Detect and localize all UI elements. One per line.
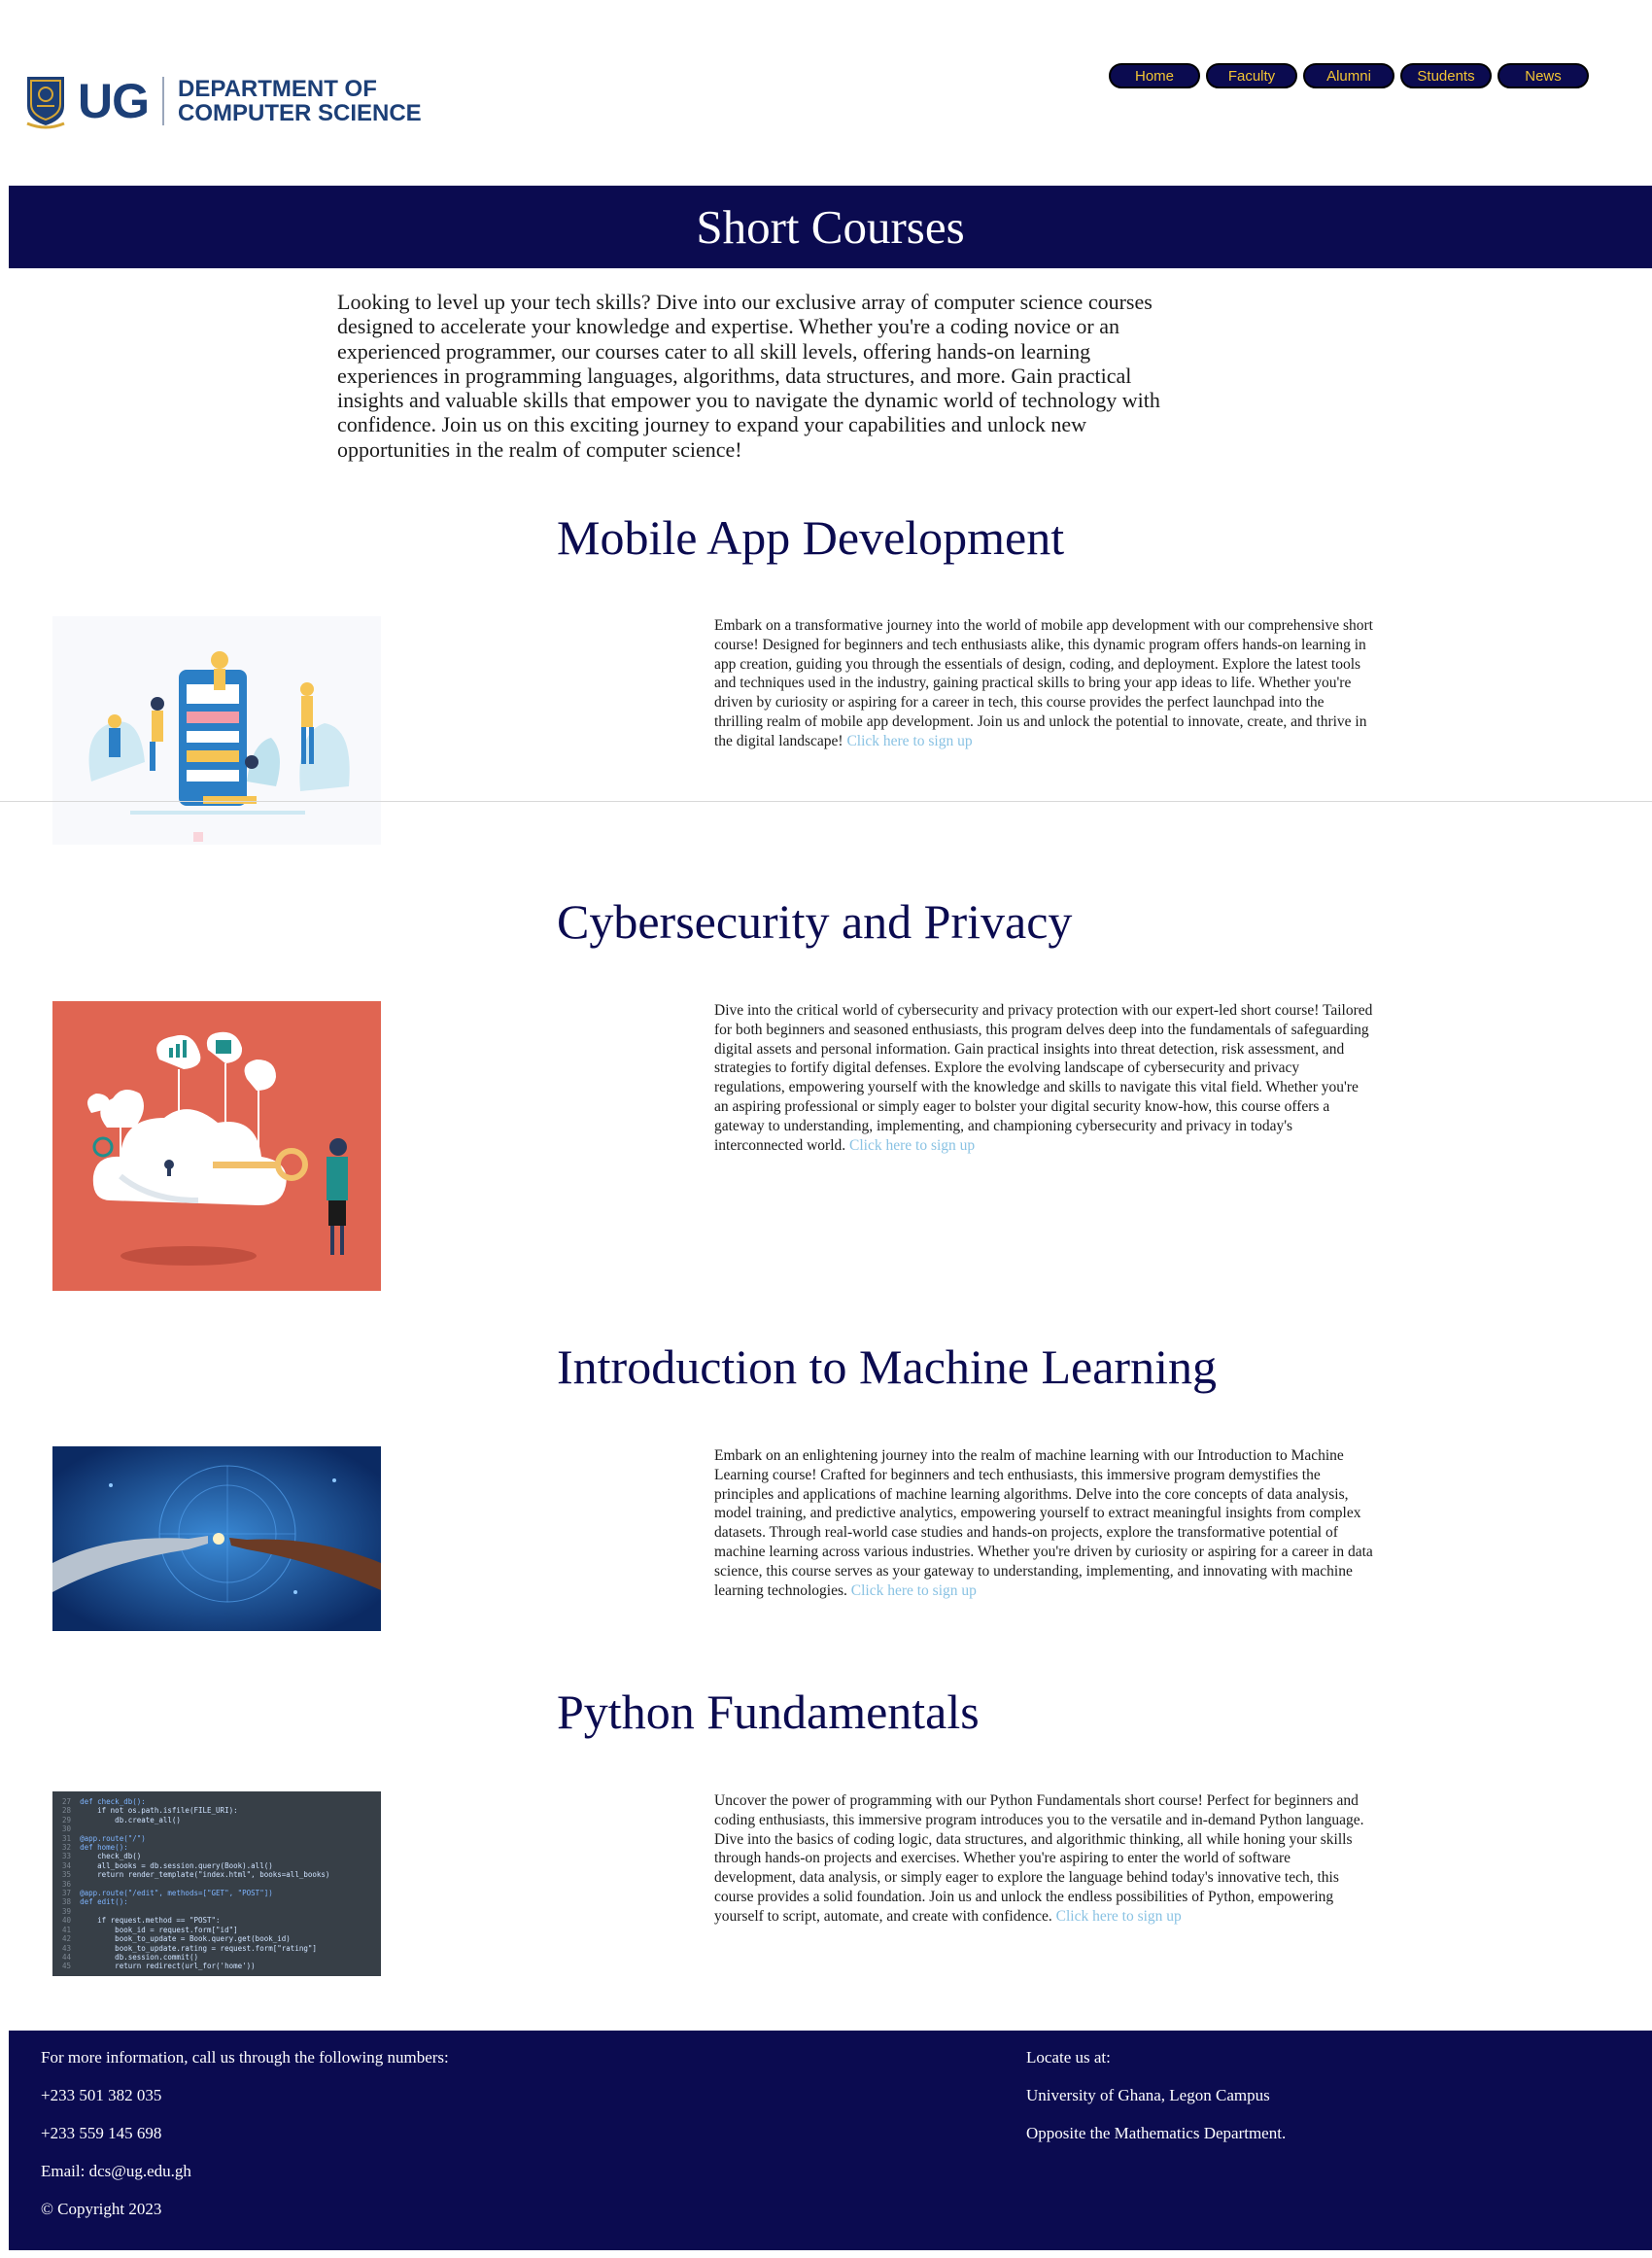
logo-divider <box>162 77 164 125</box>
footer-phone-2: +233 559 145 698 <box>41 2124 162 2142</box>
signup-link-mobile-app[interactable]: Click here to sign up <box>846 733 972 749</box>
course-description-mobile-app: Embark on a transformative journey into … <box>714 616 1373 751</box>
python-code-screenshot: 27 def check_db(): 28 if not os.path.isfi… <box>52 1791 381 1976</box>
code-line: 37 @app.route("/edit", methods=["GET", "… <box>62 1889 273 1898</box>
logo-line-1: DEPARTMENT OF <box>178 76 377 102</box>
code-line: 41 book_id = request.form["id"] <box>62 1925 238 1934</box>
course-title-python: Python Fundamentals <box>557 1685 980 1739</box>
code-line: 34 all_books = db.session.query(Book).al… <box>62 1860 273 1870</box>
signup-link-cybersecurity[interactable]: Click here to sign up <box>849 1137 975 1154</box>
section-divider <box>0 801 1652 802</box>
code-line: 30 <box>62 1824 81 1834</box>
nav-news-button[interactable]: News <box>1497 63 1589 88</box>
intro-paragraph: Looking to level up your tech skills? Di… <box>337 290 1160 462</box>
mobile-app-illustration <box>52 616 381 845</box>
code-line: 31 @app.route("/") <box>62 1833 146 1843</box>
code-line: 44 db.session.commit() <box>62 1952 198 1962</box>
code-line: 40 if request.method == "POST": <box>62 1916 221 1926</box>
code-line: 45 return redirect(url_for('home')) <box>62 1962 256 1971</box>
logo-line-2: COMPUTER SCIENCE <box>178 100 422 126</box>
cybersecurity-illustration <box>52 1001 381 1291</box>
course-title-cybersecurity: Cybersecurity and Privacy <box>557 894 1073 949</box>
code-line: 28 if not os.path.isfile(FILE_URI): <box>62 1806 238 1816</box>
department-logo[interactable]: UG DEPARTMENT OF COMPUTER SCIENCE <box>23 70 422 132</box>
course-description-text: Uncover the power of programming with ou… <box>714 1792 1364 1925</box>
footer-locate-label: Locate us at: <box>1026 2048 1111 2067</box>
course-description-machine-learning: Embark on an enlightening journey into t… <box>714 1446 1373 1600</box>
code-line: 29 db.create_all() <box>62 1815 181 1824</box>
code-line: 32 def home(): <box>62 1843 128 1853</box>
code-lines: 27 def check_db(): 28 if not os.path.isfi… <box>52 1791 381 1971</box>
signup-link-machine-learning[interactable]: Click here to sign up <box>851 1582 977 1599</box>
course-description-text: Embark on an enlightening journey into t… <box>714 1447 1373 1599</box>
code-line: 43 book_to_update.rating = request.form[… <box>62 1943 317 1953</box>
nav-home-button[interactable]: Home <box>1109 63 1200 88</box>
code-line: 38 def edit(): <box>62 1897 128 1907</box>
footer-campus: University of Ghana, Legon Campus <box>1026 2086 1270 2104</box>
course-description-text: Dive into the critical world of cybersec… <box>714 1002 1373 1154</box>
code-line: 42 book_to_update = Book.query.get(book_… <box>62 1934 291 1944</box>
page-banner: Short Courses <box>9 186 1652 268</box>
code-line: 33 check_db() <box>62 1852 142 1861</box>
logo-ug-text: UG <box>78 74 150 128</box>
code-line: 36 <box>62 1879 81 1889</box>
footer-email: Email: dcs@ug.edu.gh <box>41 2162 191 2180</box>
footer-phone-1: +233 501 382 035 <box>41 2086 162 2104</box>
course-title-mobile-app: Mobile App Development <box>557 510 1065 565</box>
page-footer: For more information, call us through th… <box>9 2031 1652 2250</box>
nav-alumni-button[interactable]: Alumni <box>1303 63 1394 88</box>
nav-students-button[interactable]: Students <box>1400 63 1492 88</box>
signup-link-python[interactable]: Click here to sign up <box>1056 1908 1182 1925</box>
page-title: Short Courses <box>696 200 965 254</box>
code-line: 35 return render_template("index.html", … <box>62 1870 330 1880</box>
ug-crest-icon <box>23 73 68 129</box>
course-title-machine-learning: Introduction to Machine Learning <box>557 1339 1217 1394</box>
course-description-cybersecurity: Dive into the critical world of cybersec… <box>714 1001 1373 1155</box>
footer-info-text: For more information, call us through th… <box>41 2048 449 2067</box>
footer-copyright: © Copyright 2023 <box>41 2200 162 2218</box>
code-line: 39 <box>62 1906 81 1916</box>
course-description-python: Uncover the power of programming with ou… <box>714 1791 1373 1927</box>
footer-landmark: Opposite the Mathematics Department. <box>1026 2124 1287 2142</box>
machine-learning-image <box>52 1446 381 1631</box>
course-description-text: Embark on a transformative journey into … <box>714 617 1373 749</box>
main-nav: Home Faculty Alumni Students News <box>1109 63 1589 88</box>
logo-department-name: DEPARTMENT OF COMPUTER SCIENCE <box>178 77 422 125</box>
code-line: 27 def check_db(): <box>62 1797 146 1806</box>
nav-faculty-button[interactable]: Faculty <box>1206 63 1297 88</box>
